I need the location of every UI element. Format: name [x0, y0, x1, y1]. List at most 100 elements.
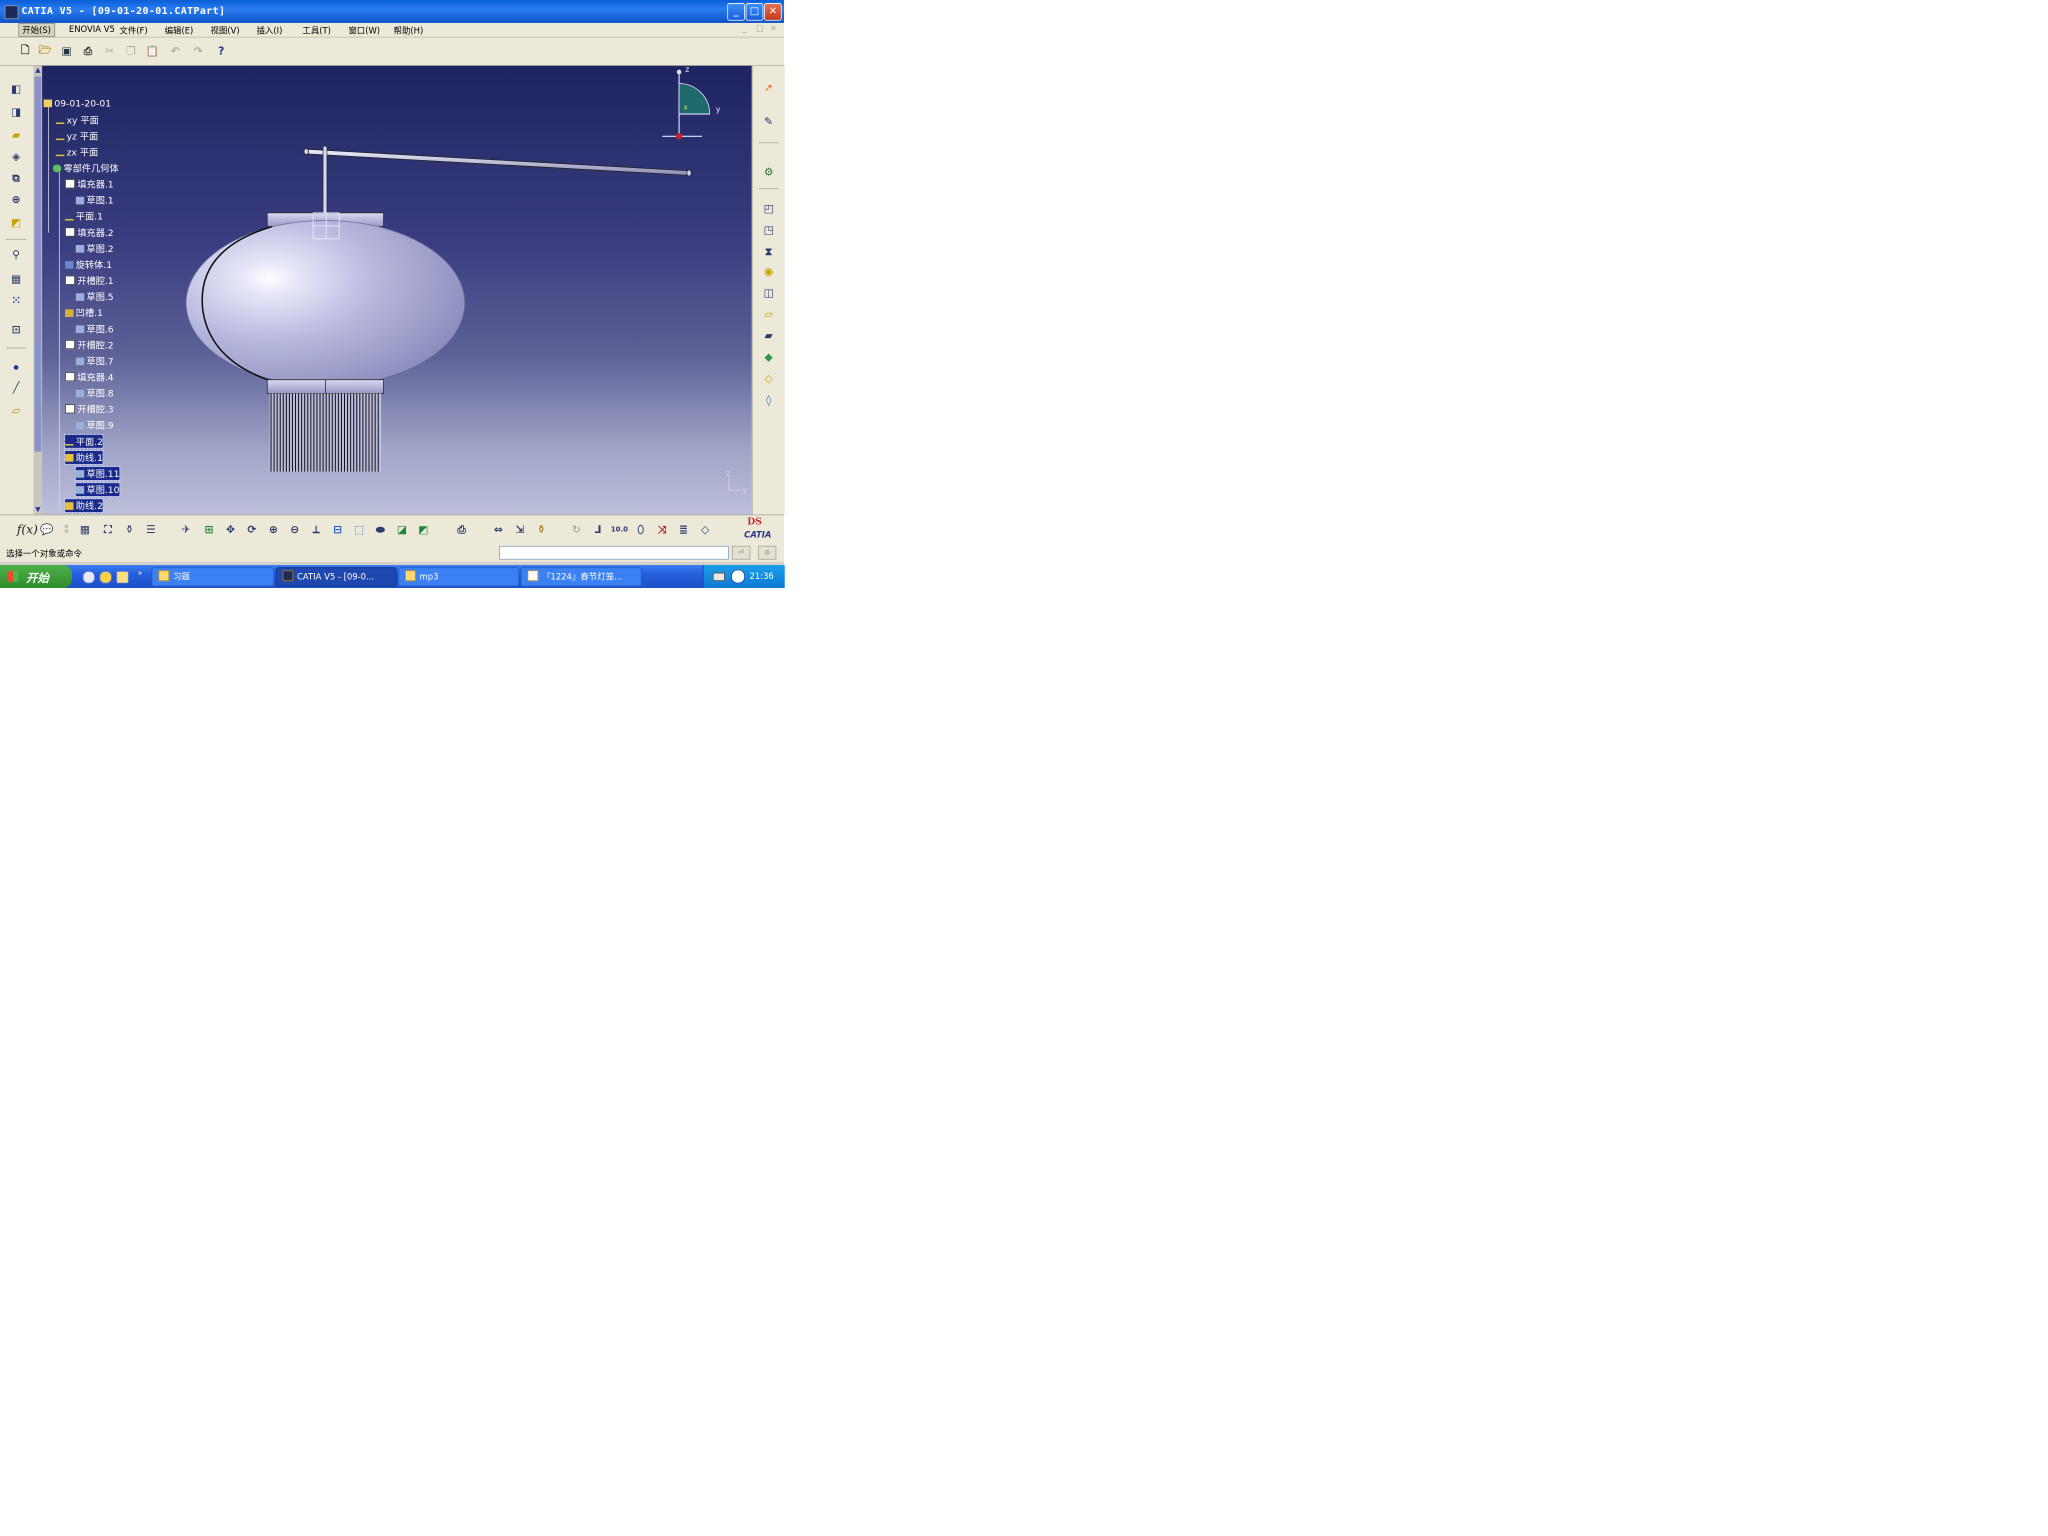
- table-icon[interactable]: ▦: [77, 521, 94, 538]
- pad-feature-icon[interactable]: ◰: [760, 201, 777, 218]
- tree-feature[interactable]: 旋转体.1: [65, 258, 112, 271]
- rotate-icon[interactable]: ⟳: [243, 521, 260, 538]
- close-button[interactable]: ✕: [764, 3, 782, 21]
- cut-icon[interactable]: ✂: [101, 43, 118, 60]
- quicklaunch-media-icon[interactable]: [99, 571, 112, 584]
- shaft-feature-icon[interactable]: ⧗: [760, 243, 777, 260]
- menu-tools[interactable]: 工具(T): [302, 24, 331, 36]
- multi-section-icon[interactable]: ◆: [760, 349, 777, 366]
- tree-feature[interactable]: 开槽腔.3: [65, 403, 114, 416]
- eraser-icon[interactable]: ◇: [697, 521, 714, 538]
- catalog-icon[interactable]: ⚱: [121, 521, 138, 538]
- point-icon[interactable]: ●: [8, 358, 25, 375]
- undo-icon[interactable]: ↶: [167, 43, 184, 60]
- axis-system-icon[interactable]: ⊕: [8, 191, 25, 208]
- quicklaunch-more-icon[interactable]: »: [138, 570, 143, 578]
- tree-feature-selected[interactable]: 助线.1: [64, 450, 104, 465]
- comment-icon[interactable]: 💬: [38, 521, 55, 538]
- tree-hierarchy-icon[interactable]: ⛶: [100, 521, 117, 538]
- open-icon[interactable]: 🗁: [37, 43, 54, 60]
- task-catia[interactable]: CATIA V5 - [09-0...: [275, 567, 397, 587]
- sketcher-icon[interactable]: ✎: [760, 113, 777, 130]
- plane-icon[interactable]: ▱: [8, 403, 25, 420]
- menu-edit[interactable]: 编辑(E): [165, 24, 194, 36]
- maximize-button[interactable]: □: [745, 3, 764, 21]
- menu-help[interactable]: 帮助(H): [394, 24, 424, 36]
- quicklaunch-desktop-icon[interactable]: [116, 571, 129, 584]
- measure-inertia-icon[interactable]: ⚱: [533, 521, 550, 538]
- print-icon[interactable]: ⎙: [80, 43, 97, 60]
- tree-feature[interactable]: 平面.1: [65, 210, 103, 223]
- start-button[interactable]: 开始: [0, 565, 72, 588]
- tassels[interactable]: [269, 393, 382, 472]
- mdi-minimize-button[interactable]: _: [743, 24, 747, 32]
- hanging-rod[interactable]: [305, 148, 690, 176]
- slot-feature-icon[interactable]: ▱: [760, 306, 777, 323]
- hide-show-icon[interactable]: ◪: [394, 521, 411, 538]
- fit-icon[interactable]: ⊡: [8, 322, 25, 339]
- command-cancel-button[interactable]: ⊘: [757, 545, 777, 560]
- task-lantern-notes[interactable]: 『1224』春节灯笼...: [520, 567, 642, 587]
- hole-feature-icon[interactable]: ◉: [760, 263, 777, 280]
- tree-part-body[interactable]: 零部件几何体: [52, 162, 119, 175]
- fillet-icon[interactable]: ◈: [8, 149, 25, 166]
- title-bar[interactable]: CATIA V5 - [09-01-20-01.CATPart] _ □ ✕: [0, 0, 784, 23]
- menu-enovia[interactable]: ENOVIA V5: [69, 24, 115, 34]
- tree-sketch[interactable]: 草图.7: [75, 354, 114, 367]
- measure-icon[interactable]: ⚲: [8, 247, 25, 264]
- tree-sketch[interactable]: 草图.5: [75, 290, 114, 303]
- tree-feature[interactable]: 开槽腔.2: [65, 338, 114, 351]
- minimize-button[interactable]: _: [727, 3, 745, 21]
- boolean-icon[interactable]: ◩: [8, 214, 25, 231]
- task-mp3[interactable]: mp3: [398, 567, 520, 587]
- menu-window[interactable]: 窗口(W): [348, 24, 380, 36]
- measure-between-icon[interactable]: ⇔: [490, 521, 507, 538]
- swap-space-icon[interactable]: ◩: [415, 521, 432, 538]
- scroll-thumb[interactable]: [34, 76, 42, 452]
- tree-scrollbar[interactable]: ▲ ▼: [33, 65, 43, 515]
- update-list-icon[interactable]: ☰: [142, 521, 159, 538]
- tree-plane-yz[interactable]: yz 平面: [55, 129, 98, 142]
- menu-file[interactable]: 文件(F): [119, 24, 147, 36]
- print-snapshot-icon[interactable]: ⎙: [453, 521, 470, 538]
- fly-mode-icon[interactable]: ✈: [178, 521, 195, 538]
- keyboard-icon[interactable]: [712, 572, 726, 582]
- tree-feature[interactable]: 开槽腔.1: [65, 274, 114, 287]
- knowledge-icon[interactable]: ⁑: [58, 521, 75, 538]
- units-icon[interactable]: 10.0: [611, 521, 628, 538]
- tree-sketch[interactable]: 草图.2: [75, 242, 114, 255]
- menu-insert[interactable]: 插入(I): [256, 24, 282, 36]
- normal-view-icon[interactable]: ⟂: [308, 521, 325, 538]
- tree-root[interactable]: 09-01-20-01: [43, 98, 111, 109]
- tree-feature[interactable]: 填充器.4: [65, 371, 114, 384]
- removed-section-icon[interactable]: ◇: [760, 371, 777, 388]
- command-ok-button[interactable]: ⏎: [731, 545, 751, 560]
- render-style-icon[interactable]: ⬬: [372, 521, 389, 538]
- scroll-down-icon[interactable]: ▼: [34, 505, 41, 514]
- measure-item-icon[interactable]: ⇲: [511, 521, 528, 538]
- pad-icon[interactable]: ◧: [8, 81, 25, 98]
- grid-snap-icon[interactable]: ⤨: [654, 521, 671, 538]
- tree-sketch-selected[interactable]: 草图.11: [75, 466, 121, 481]
- tree-plane-zx[interactable]: zx 平面: [55, 145, 98, 158]
- pan-icon[interactable]: ✥: [222, 521, 239, 538]
- task-exercise[interactable]: 习题: [151, 567, 275, 587]
- tree-feature[interactable]: 填充器.2: [65, 226, 114, 239]
- select-arrow-icon[interactable]: ➚: [760, 80, 777, 97]
- stiffener-icon[interactable]: ▰: [760, 328, 777, 345]
- cylinder-icon[interactable]: ⬯: [632, 521, 649, 538]
- list-icon[interactable]: ≣: [675, 521, 692, 538]
- zoom-in-icon[interactable]: ⊕: [265, 521, 282, 538]
- save-icon[interactable]: ▣: [58, 43, 75, 60]
- whats-this-icon[interactable]: ?: [213, 43, 230, 60]
- redo-icon[interactable]: ↷: [190, 43, 207, 60]
- axis-system-tool-icon[interactable]: ⅃: [590, 521, 607, 538]
- tree-sketch[interactable]: 草图.9: [75, 419, 114, 432]
- 3d-viewport[interactable]: z y x z y 09-01-20-01 xy 平面 yz 平面 zx 平面 …: [42, 65, 752, 515]
- formula-button[interactable]: f(x): [17, 522, 38, 537]
- language-icon[interactable]: [731, 569, 745, 584]
- tree-sketch-selected[interactable]: 草图.10: [75, 482, 121, 497]
- command-input[interactable]: [499, 545, 729, 560]
- update-icon[interactable]: ↻: [568, 521, 585, 538]
- tree-feature[interactable]: 凹槽.1: [65, 306, 103, 319]
